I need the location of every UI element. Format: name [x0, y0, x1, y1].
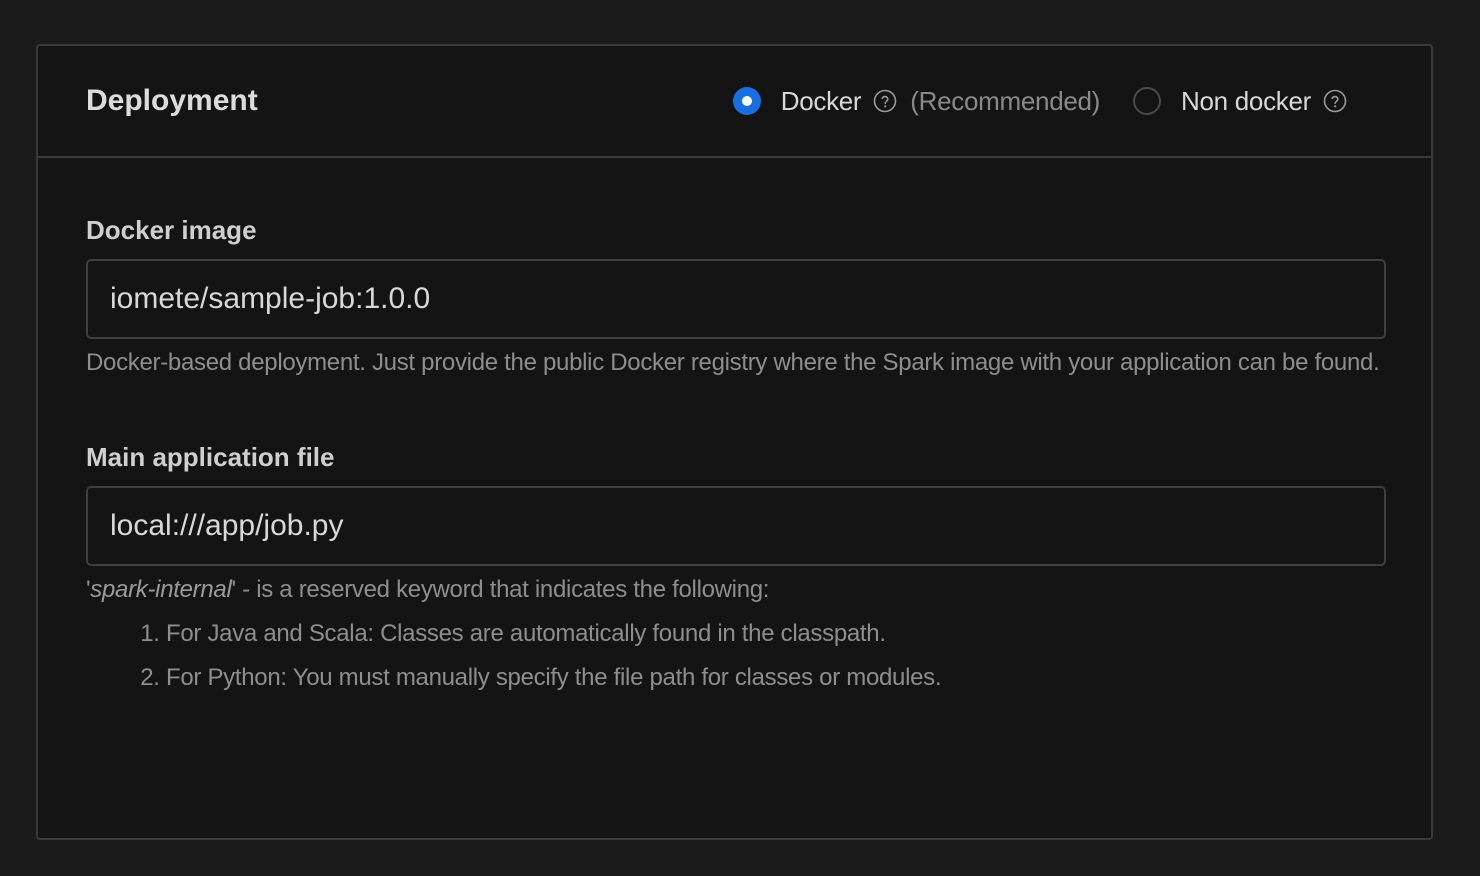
card-body: Docker image Docker-based deployment. Ju…: [38, 158, 1431, 700]
docker-image-input[interactable]: [86, 259, 1386, 339]
card-header: Deployment Docker (Recommended) Non dock…: [38, 46, 1431, 158]
question-circle-icon[interactable]: [873, 89, 897, 113]
radio-option-non-docker[interactable]: Non docker: [1133, 86, 1347, 117]
radio-label-non-docker[interactable]: Non docker: [1181, 86, 1311, 117]
radio-docker-checked[interactable]: [732, 87, 761, 115]
deployment-type-radio-group: Docker (Recommended) Non docker: [732, 85, 1347, 117]
main-application-file-help: 'spark-internal' - is a reserved keyword…: [86, 568, 1383, 700]
docker-image-help: Docker-based deployment. Just provide th…: [86, 349, 1380, 376]
recommended-label: (Recommended): [910, 85, 1101, 116]
section-title: Deployment: [86, 84, 258, 117]
radio-non-docker-unchecked[interactable]: [1133, 87, 1162, 115]
help-list-item: For Java and Scala: Classes are automati…: [166, 612, 1383, 656]
deployment-card: Deployment Docker (Recommended) Non dock…: [36, 44, 1433, 840]
question-circle-icon[interactable]: [1323, 89, 1347, 113]
help-list: For Java and Scala: Classes are automati…: [86, 612, 1383, 700]
radio-option-docker[interactable]: Docker (Recommended): [732, 85, 1101, 117]
main-application-file-field: Main application file 'spark-internal' -…: [86, 441, 1386, 700]
main-application-file-label: Main application file: [86, 442, 335, 472]
help-list-item: For Python: You must manually specify th…: [166, 656, 1383, 700]
docker-image-field: Docker image Docker-based deployment. Ju…: [86, 214, 1386, 385]
reserved-keyword: spark-internal: [90, 576, 232, 603]
docker-image-label: Docker image: [86, 215, 257, 245]
help-intro: 'spark-internal' - is a reserved keyword…: [86, 576, 770, 603]
radio-label-docker[interactable]: Docker: [781, 86, 862, 117]
main-application-file-input[interactable]: [86, 486, 1386, 566]
